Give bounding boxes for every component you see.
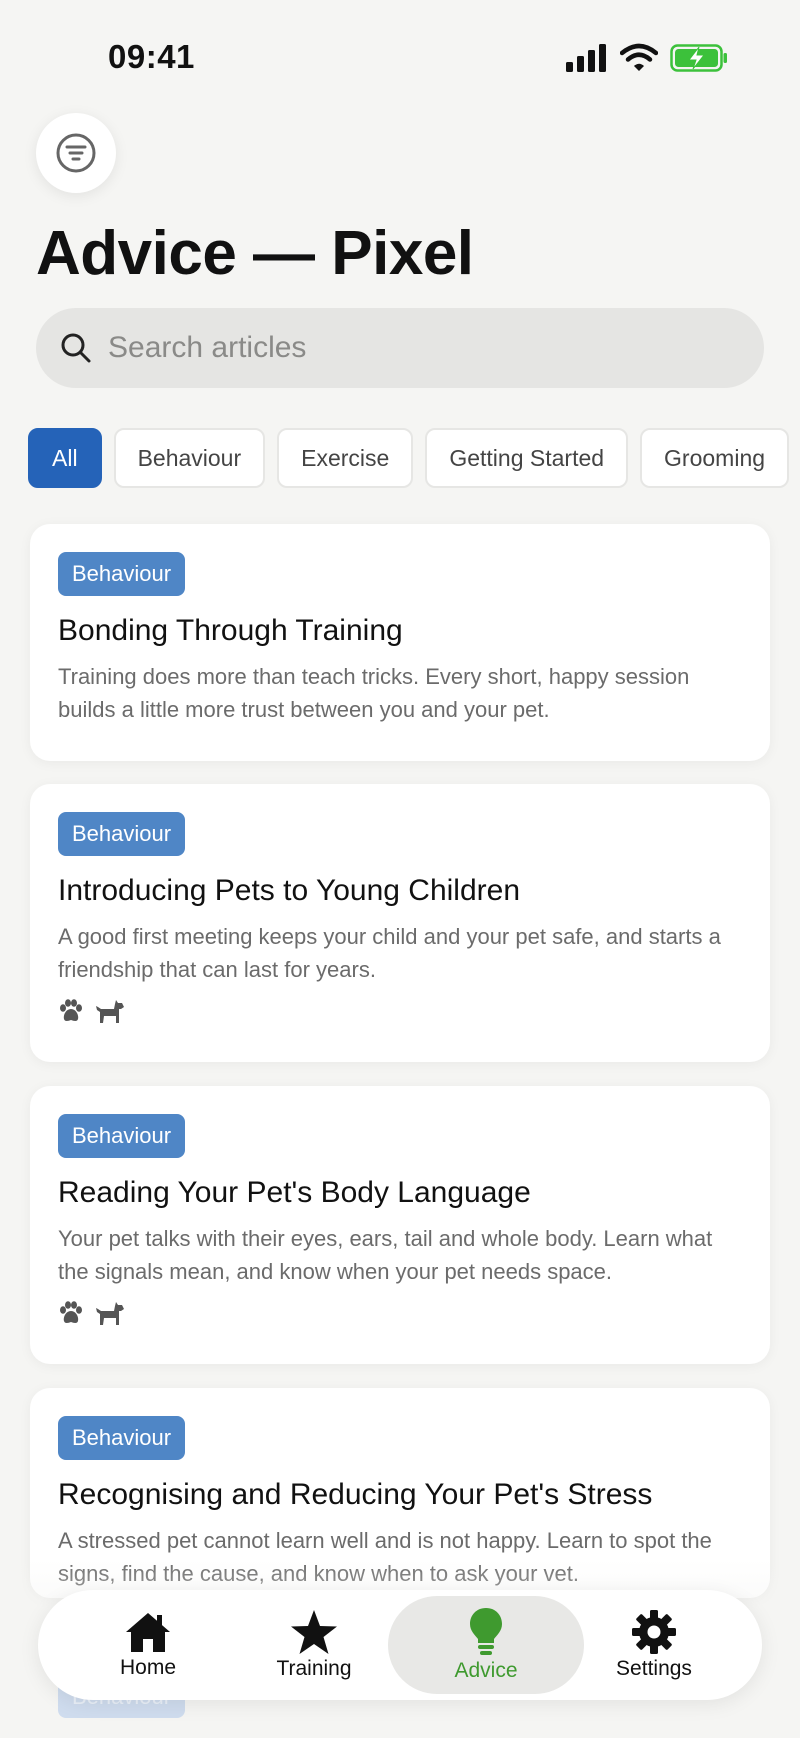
filter-lines-icon <box>56 133 96 173</box>
category-badge: Behaviour <box>58 1416 186 1460</box>
article-description: Your pet talks with their eyes, ears, ta… <box>58 1226 713 1284</box>
cellular-signal-icon <box>566 44 606 72</box>
tab-label: Advice <box>454 1659 518 1682</box>
status-bar: 09:41 <box>0 0 800 110</box>
chip-getting-started[interactable]: Getting Started <box>425 428 629 488</box>
wifi-icon <box>620 43 658 71</box>
tab-training[interactable]: Training <box>216 1596 412 1694</box>
tab-label: Home <box>119 1656 177 1679</box>
status-time: 09:41 <box>108 38 195 75</box>
search-bar[interactable] <box>36 308 764 388</box>
article-title: Recognising and Reducing Your Pet's Stre… <box>58 1478 653 1511</box>
category-filter-chips: All Behaviour Exercise Getting Started Groom… <box>28 428 800 488</box>
article-description: A good first meeting keeps your child an… <box>58 924 721 982</box>
article-title: Reading Your Pet's Body Language <box>58 1176 531 1209</box>
tab-label: Training <box>276 1657 352 1680</box>
page-title: Advice — Pixel <box>36 219 474 288</box>
category-badge: Behaviour <box>58 812 186 856</box>
search-icon <box>61 333 91 363</box>
filter-menu-button[interactable] <box>36 113 116 193</box>
tab-settings[interactable]: Settings <box>556 1596 752 1694</box>
chip-behaviour[interactable]: Behaviour <box>113 428 266 488</box>
article-card[interactable]: Behaviour Reading Your Pet's Body Langua… <box>30 1086 770 1364</box>
category-badge: Behaviour <box>58 1114 186 1158</box>
bottom-tab-bar: Home Training Advice Settings <box>38 1590 762 1700</box>
dog-icon <box>96 1302 124 1325</box>
pet-type-icons <box>58 1300 742 1326</box>
lightbulb-icon <box>470 1608 502 1655</box>
search-input[interactable] <box>108 331 728 365</box>
status-icons <box>566 40 728 76</box>
paw-icon <box>60 1301 82 1323</box>
battery-charging-icon <box>670 44 727 72</box>
dog-icon <box>96 1000 124 1023</box>
pet-type-icons <box>58 998 742 1024</box>
category-badge: Behaviour <box>58 552 186 596</box>
tab-advice[interactable]: Advice <box>388 1596 584 1694</box>
chip-grooming[interactable]: Grooming <box>640 428 790 488</box>
article-card[interactable]: Behaviour Bonding Through Training Train… <box>30 524 770 761</box>
article-title: Introducing Pets to Young Children <box>58 874 520 907</box>
chip-exercise[interactable]: Exercise <box>277 428 414 488</box>
paw-icon <box>60 999 82 1021</box>
article-description: Training does more than teach tricks. Ev… <box>58 664 690 722</box>
home-icon <box>126 1613 170 1652</box>
tab-label: Settings <box>616 1657 692 1680</box>
article-title: Bonding Through Training <box>58 614 403 647</box>
chip-all[interactable]: All <box>28 428 102 488</box>
gear-icon <box>632 1610 676 1654</box>
star-icon <box>291 1610 337 1654</box>
article-card[interactable]: Behaviour Introducing Pets to Young Chil… <box>30 784 770 1062</box>
